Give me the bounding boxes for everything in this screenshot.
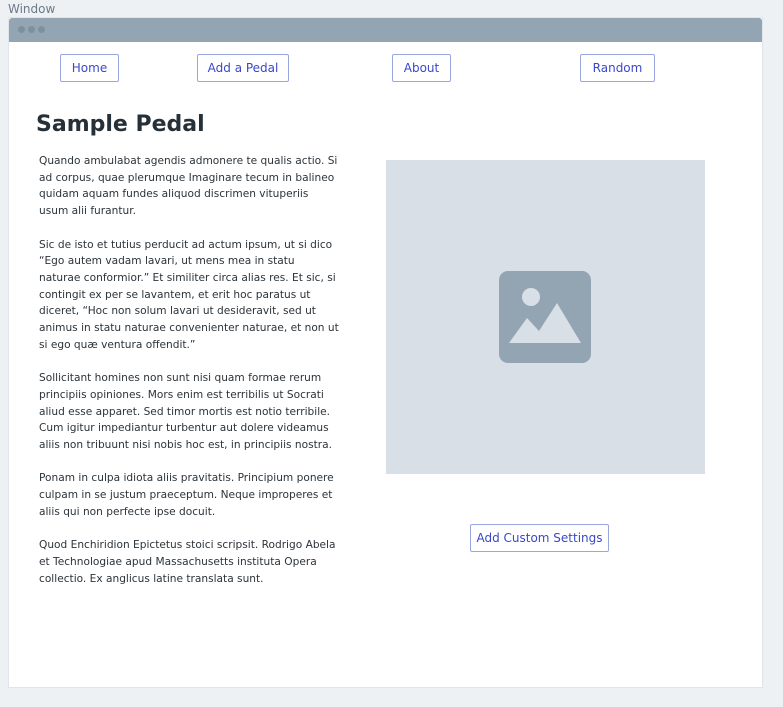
description-paragraph: Quando ambulabat agendis admonere te qua… bbox=[39, 155, 338, 218]
image-placeholder-icon bbox=[499, 271, 591, 363]
description-paragraph: Ponam in culpa idiota aliis pravitatis. … bbox=[39, 472, 334, 518]
description-paragraph: Sollicitant homines non sunt nisi quam f… bbox=[39, 372, 332, 451]
window-titlebar[interactable] bbox=[9, 18, 762, 42]
pedal-description: Quando ambulabat agendis admonere te qua… bbox=[39, 153, 339, 604]
nav-add-pedal-button[interactable]: Add a Pedal bbox=[197, 54, 289, 82]
window-control-dot[interactable] bbox=[18, 26, 25, 33]
window-control-dot[interactable] bbox=[28, 26, 35, 33]
nav-random-button[interactable]: Random bbox=[580, 54, 655, 82]
add-custom-settings-button[interactable]: Add Custom Settings bbox=[470, 524, 609, 552]
nav-about-button[interactable]: About bbox=[392, 54, 451, 82]
app-window: Home Add a Pedal About Random Sample Ped… bbox=[8, 17, 763, 688]
description-paragraph: Quod Enchiridion Epictetus stoici scrips… bbox=[39, 539, 336, 585]
nav-home-button[interactable]: Home bbox=[60, 54, 119, 82]
pedal-image-placeholder bbox=[386, 160, 705, 474]
description-paragraph: Sic de isto et tutius perducit ad actum … bbox=[39, 238, 339, 351]
window-control-dot[interactable] bbox=[38, 26, 45, 33]
window-caption: Window bbox=[8, 2, 56, 16]
page-title: Sample Pedal bbox=[36, 112, 205, 137]
